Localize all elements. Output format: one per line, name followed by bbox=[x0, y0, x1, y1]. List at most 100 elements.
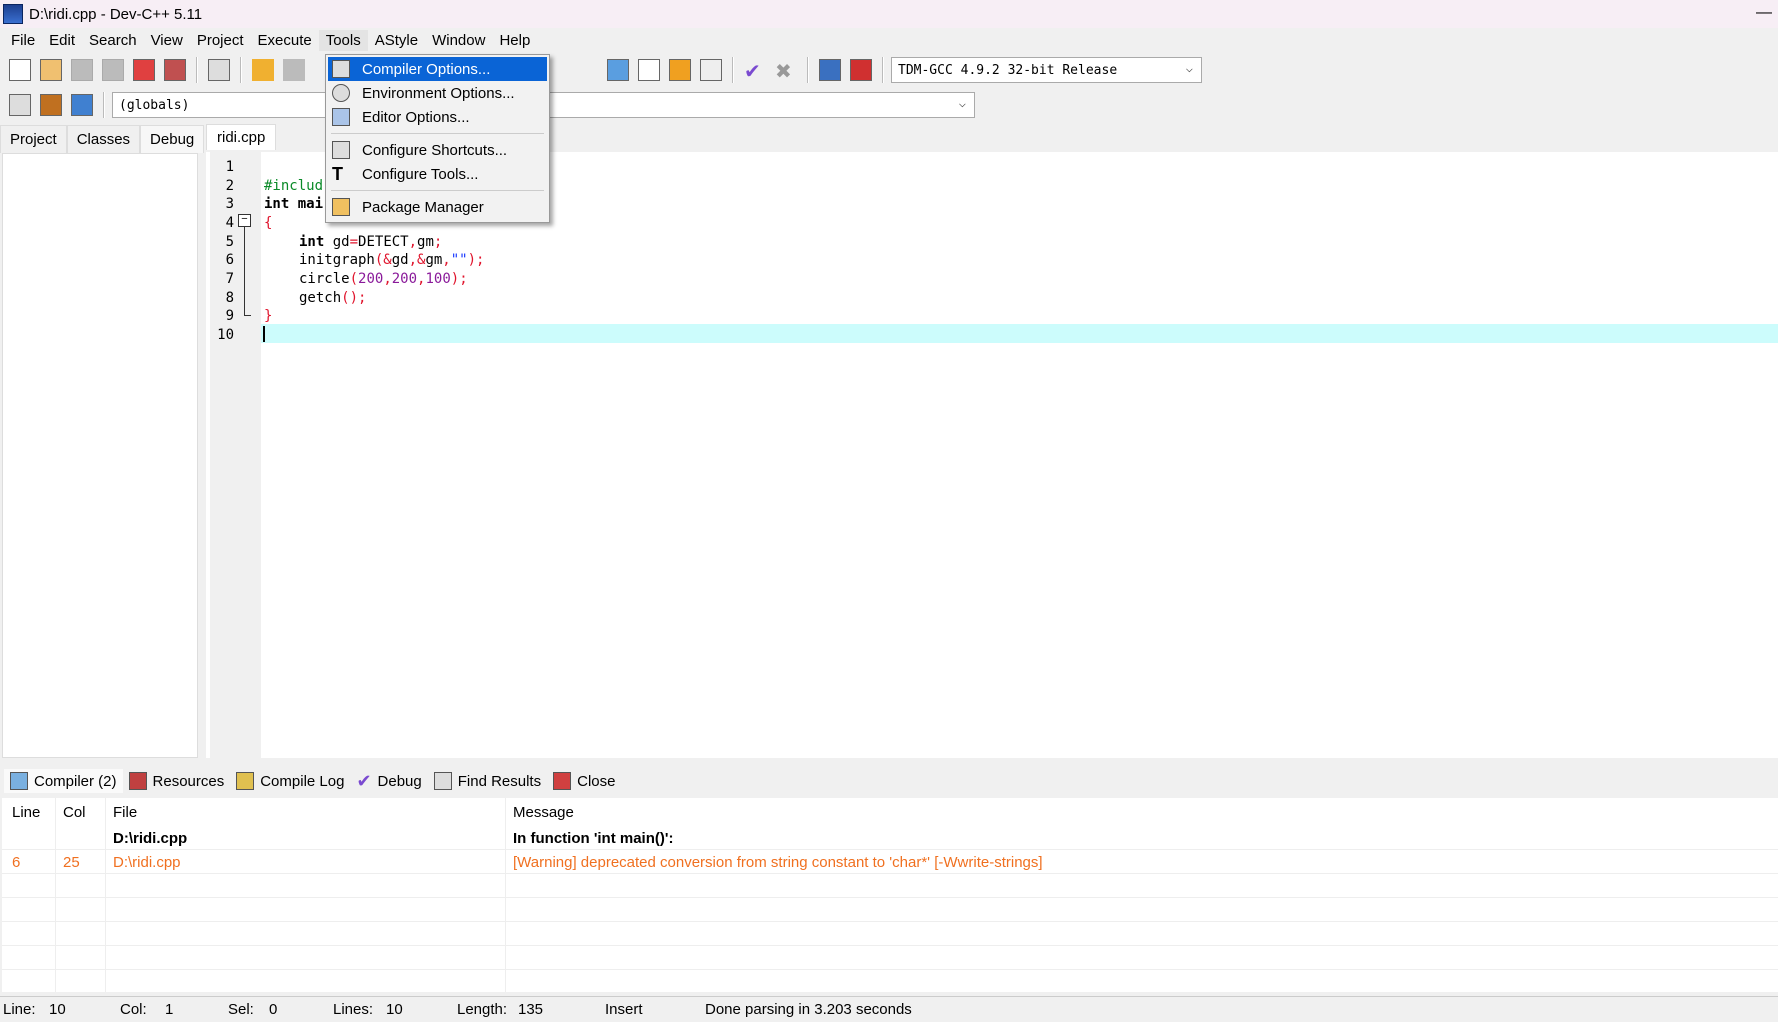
compiler-options-icon bbox=[332, 60, 350, 78]
menu-search[interactable]: Search bbox=[82, 30, 144, 51]
main-toolbar: ✔ ✖ TDM-GCC 4.9.2 32-bit Release ⌵ bbox=[0, 53, 1778, 87]
package-icon bbox=[332, 198, 350, 216]
function-select[interactable]: ⌵ bbox=[535, 92, 975, 118]
toolbar-separator bbox=[196, 57, 198, 83]
bottom-panel-tabs: Compiler (2) Resources Compile Log ✔ Debu… bbox=[4, 766, 621, 796]
line-number: 4 bbox=[225, 215, 234, 231]
menu-tools[interactable]: Tools bbox=[318, 30, 368, 51]
title-bar: D:\ridi.cpp - Dev-C++ 5.11 — bbox=[0, 0, 1778, 28]
column-header[interactable]: File bbox=[113, 804, 137, 821]
table-row bbox=[2, 946, 1778, 970]
current-line-highlight bbox=[261, 324, 1778, 343]
compile-log-icon bbox=[236, 772, 255, 790]
text-caret bbox=[263, 326, 265, 342]
menu-astyle[interactable]: AStyle bbox=[368, 30, 425, 51]
delete-profile-icon[interactable] bbox=[850, 59, 872, 81]
close-file-icon[interactable] bbox=[133, 59, 155, 81]
stop-icon[interactable]: ✖ bbox=[775, 59, 797, 83]
menu-bar: File Edit Search View Project Execute To… bbox=[0, 28, 1778, 53]
compile-icon[interactable] bbox=[607, 59, 629, 81]
column-header[interactable]: Line bbox=[12, 804, 40, 821]
tab-resources[interactable]: Resources bbox=[123, 769, 231, 793]
shortcuts-icon bbox=[332, 141, 350, 159]
close-all-icon[interactable] bbox=[164, 59, 186, 81]
status-sel: 0 bbox=[269, 1001, 278, 1018]
tab-classes[interactable]: Classes bbox=[66, 125, 141, 153]
menu-item-package-manager[interactable]: Package Manager bbox=[328, 195, 547, 219]
rebuild-icon[interactable] bbox=[700, 59, 722, 81]
status-lines: 10 bbox=[386, 1001, 403, 1018]
new-file-icon[interactable] bbox=[9, 59, 31, 81]
menu-view[interactable]: View bbox=[144, 30, 190, 51]
line-number: 10 bbox=[217, 327, 234, 343]
fold-line bbox=[244, 227, 251, 316]
code-line-4: { bbox=[264, 215, 273, 231]
tab-find-results[interactable]: Find Results bbox=[428, 769, 547, 793]
menu-file[interactable]: File bbox=[4, 30, 42, 51]
table-row bbox=[2, 874, 1778, 898]
fold-collapse-icon[interactable]: − bbox=[238, 214, 251, 227]
table-header: Line Col File Message bbox=[2, 798, 1778, 826]
print-icon[interactable] bbox=[208, 59, 230, 81]
resources-icon bbox=[128, 772, 147, 790]
chevron-down-icon: ⌵ bbox=[958, 96, 966, 110]
column-header[interactable]: Col bbox=[63, 804, 86, 821]
insert-icon[interactable] bbox=[9, 94, 31, 116]
table-row bbox=[2, 922, 1778, 946]
redo-icon[interactable] bbox=[283, 59, 305, 81]
debug-check-icon[interactable]: ✔ bbox=[744, 59, 766, 83]
compiler-select[interactable]: TDM-GCC 4.9.2 32-bit Release ⌵ bbox=[891, 57, 1202, 83]
toolbar-separator bbox=[240, 57, 242, 83]
tab-debug[interactable]: Debug bbox=[140, 125, 205, 153]
line-number: 5 bbox=[225, 234, 234, 250]
menu-item-compiler-options[interactable]: Compiler Options... bbox=[328, 57, 547, 81]
table-row bbox=[2, 898, 1778, 922]
line-number: 3 bbox=[225, 196, 234, 212]
add-icon[interactable] bbox=[40, 94, 62, 116]
code-line-5: int gd=DETECT,gm; bbox=[299, 234, 443, 250]
bookmark-icon[interactable] bbox=[71, 94, 93, 116]
status-line: 10 bbox=[49, 1001, 66, 1018]
tab-compiler[interactable]: Compiler (2) bbox=[4, 769, 123, 793]
table-row[interactable]: 6 25 D:\ridi.cpp [Warning] deprecated co… bbox=[2, 850, 1778, 874]
line-number: 1 bbox=[225, 159, 234, 175]
toolbar-separator bbox=[807, 57, 809, 83]
devcpp-logo-icon bbox=[3, 4, 23, 24]
table-row[interactable]: D:\ridi.cpp In function 'int main()': bbox=[2, 826, 1778, 850]
tab-close[interactable]: Close bbox=[547, 769, 621, 793]
tab-project[interactable]: Project bbox=[0, 125, 67, 153]
status-mode: Insert bbox=[605, 1001, 643, 1018]
find-icon bbox=[433, 772, 452, 790]
minimize-button[interactable]: — bbox=[1756, 4, 1772, 22]
open-file-icon[interactable] bbox=[40, 59, 62, 81]
save-all-icon[interactable] bbox=[102, 59, 124, 81]
menu-item-environment-options[interactable]: Environment Options... bbox=[328, 81, 547, 105]
line-number: 6 bbox=[225, 252, 234, 268]
compile-run-icon[interactable] bbox=[669, 59, 691, 81]
menu-item-configure-shortcuts[interactable]: Configure Shortcuts... bbox=[328, 138, 547, 162]
toolbar-separator bbox=[882, 57, 884, 83]
menu-window[interactable]: Window bbox=[425, 30, 492, 51]
tab-debug-bottom[interactable]: ✔ Debug bbox=[350, 768, 427, 795]
line-number: 7 bbox=[225, 271, 234, 287]
profile-icon[interactable] bbox=[819, 59, 841, 81]
run-icon[interactable] bbox=[638, 59, 660, 81]
menu-edit[interactable]: Edit bbox=[42, 30, 82, 51]
code-line-9: } bbox=[264, 308, 273, 324]
debug-check-icon: ✔ bbox=[356, 770, 372, 791]
menu-help[interactable]: Help bbox=[492, 30, 537, 51]
menu-project[interactable]: Project bbox=[190, 30, 251, 51]
toolbar-separator bbox=[103, 92, 105, 118]
menu-item-editor-options[interactable]: Editor Options... bbox=[328, 105, 547, 129]
tab-compile-log[interactable]: Compile Log bbox=[230, 769, 350, 793]
editor-tab-ridi-cpp[interactable]: ridi.cpp bbox=[206, 124, 277, 150]
undo-icon[interactable] bbox=[252, 59, 274, 81]
menu-separator bbox=[331, 133, 544, 134]
column-header[interactable]: Message bbox=[513, 804, 574, 821]
left-panel-tabs: Project Classes Debug bbox=[0, 125, 205, 153]
close-icon bbox=[553, 772, 572, 790]
save-icon[interactable] bbox=[71, 59, 93, 81]
line-number: 2 bbox=[225, 178, 234, 194]
menu-execute[interactable]: Execute bbox=[251, 30, 319, 51]
menu-item-configure-tools[interactable]: T Configure Tools... bbox=[328, 162, 547, 186]
